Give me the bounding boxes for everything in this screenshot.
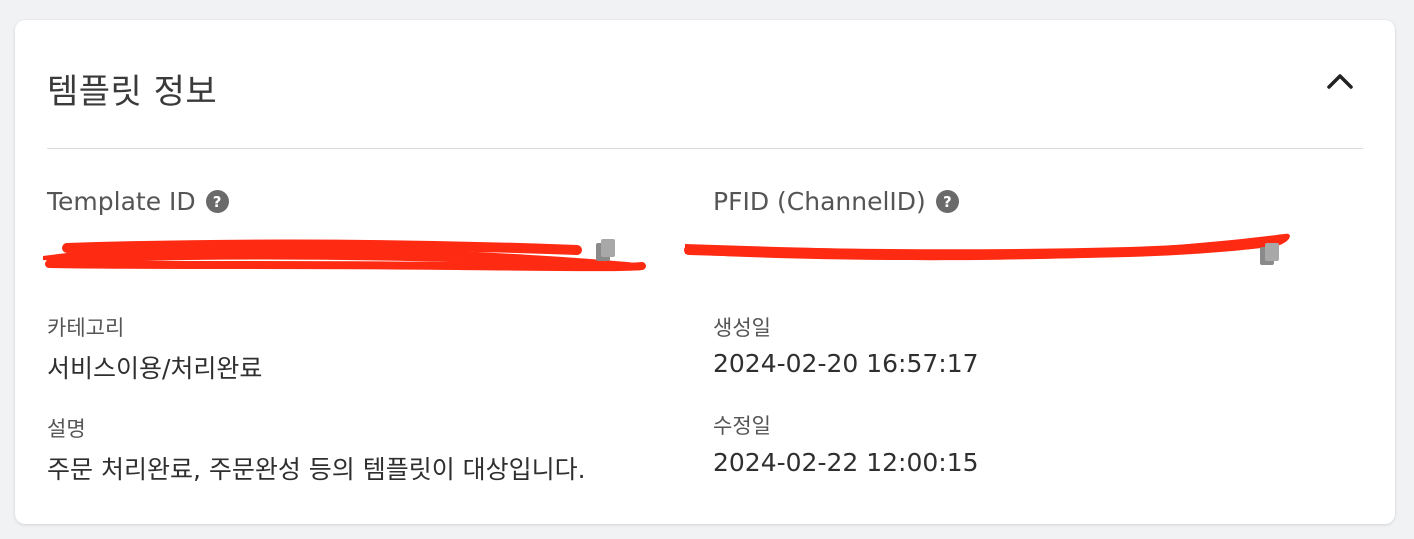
pfid-label-row: PFID (ChannelID) ? [713,187,959,216]
panel-title: 템플릿 정보 [47,72,218,112]
divider [47,148,1363,149]
template-info-panel: 템플릿 정보 Template ID ? PFID (ChannelID) ? [15,20,1395,524]
modified-value: 2024-02-22 12:00:15 [713,448,979,477]
redaction-mark [684,233,1290,261]
template-id-value [37,232,657,272]
template-id-label-row: Template ID ? [47,187,229,216]
created-label: 생성일 [713,316,771,340]
question-circle-icon[interactable]: ? [935,190,959,213]
collapse-button[interactable] [1323,64,1357,98]
description-label: 설명 [47,417,86,441]
pfid-value [679,224,1299,264]
chevron-up-icon [1327,74,1353,89]
template-id-label: Template ID [47,187,196,216]
created-value: 2024-02-20 16:57:17 [713,349,979,378]
pfid-label: PFID (ChannelID) [713,187,926,216]
modified-label: 수정일 [713,414,771,438]
copy-icon[interactable] [595,238,617,264]
category-value: 서비스이용/처리완료 [47,354,263,383]
copy-icon[interactable] [1259,242,1281,268]
category-label: 카테고리 [47,316,125,340]
redaction-mark [43,239,646,272]
question-circle-icon[interactable]: ? [205,190,229,213]
description-value: 주문 처리완료, 주문완성 등의 템플릿이 대상입니다. [47,455,586,484]
